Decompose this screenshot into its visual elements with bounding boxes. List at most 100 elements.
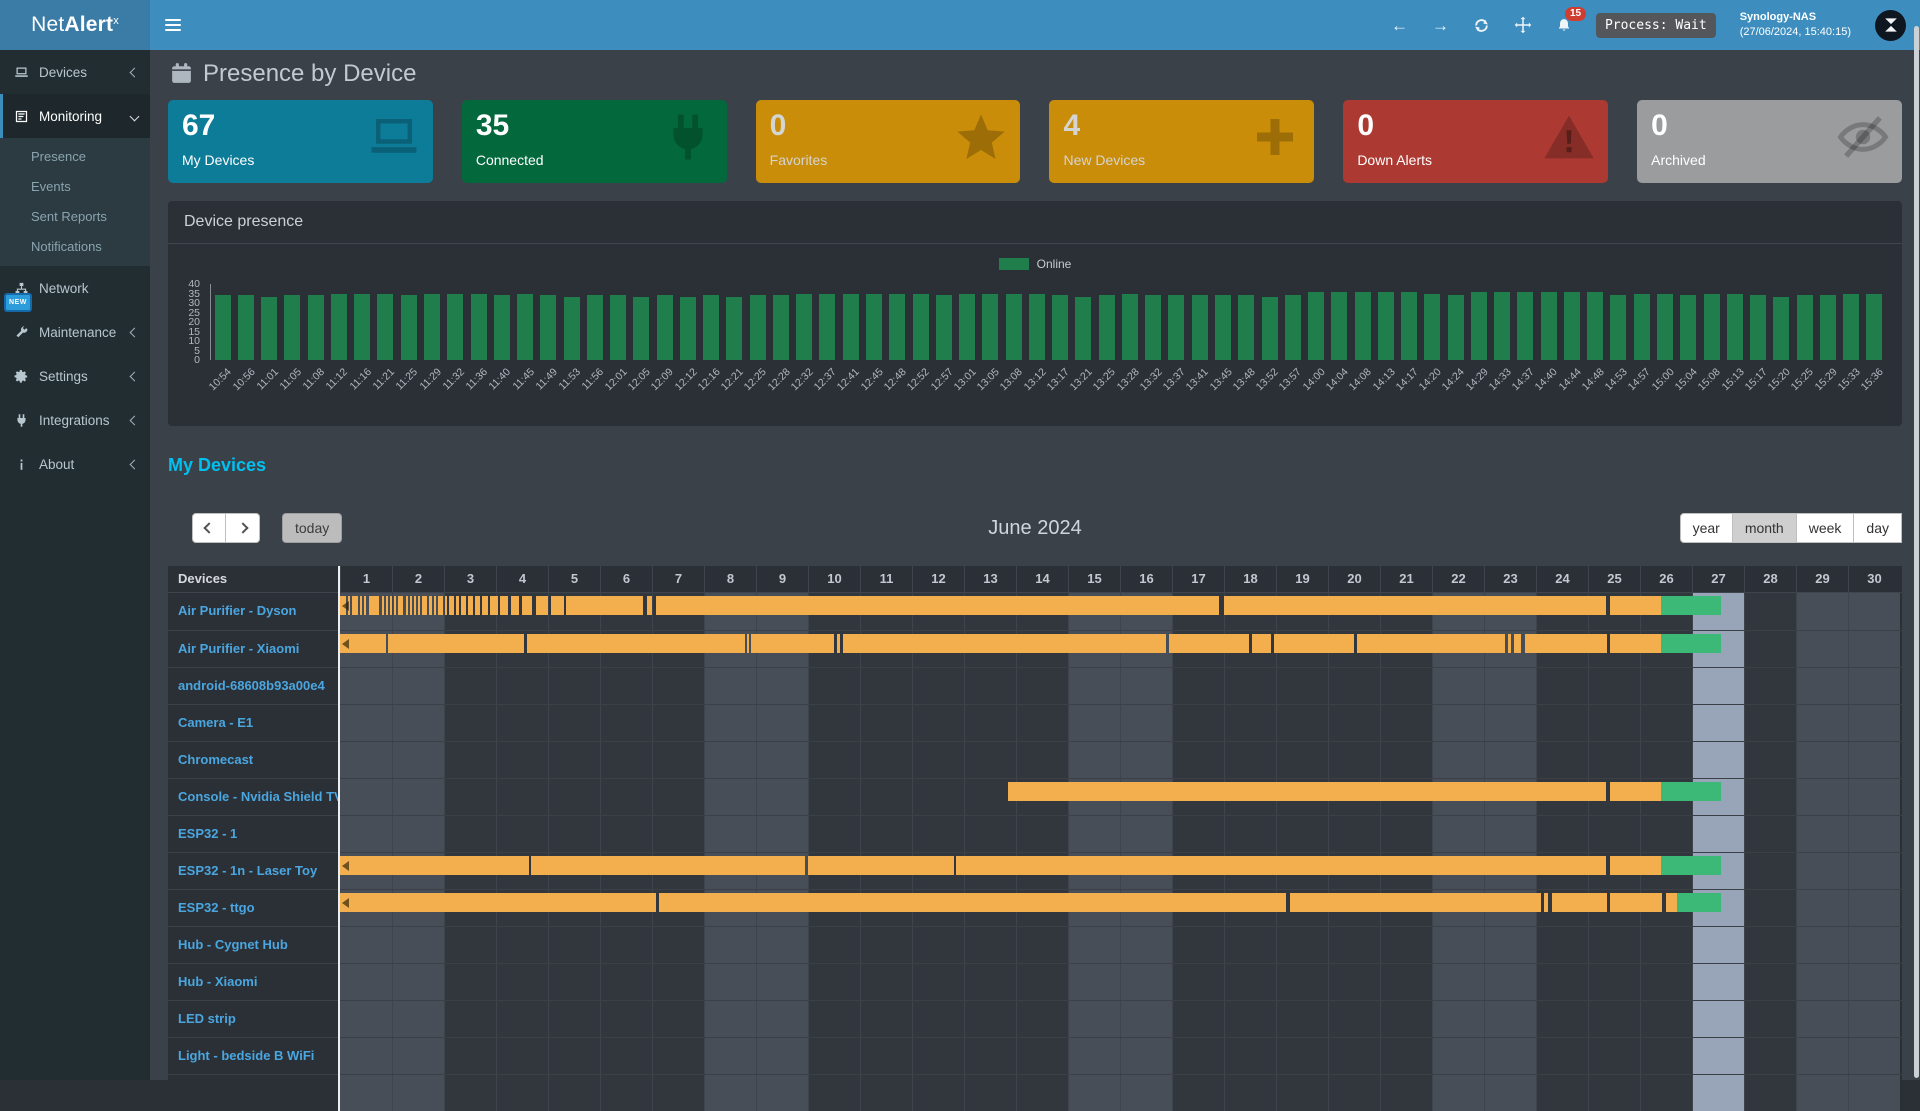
presence-bar-segment[interactable] [1610, 634, 1661, 653]
presence-bar-segment[interactable] [566, 596, 642, 615]
presence-bar-segment[interactable] [482, 596, 487, 615]
notifications-bell[interactable]: 15 [1556, 17, 1572, 34]
sidebar-item-integrations[interactable]: Integrations [0, 398, 150, 442]
device-name-link[interactable]: Air Purifier - Xiaomi [168, 631, 338, 667]
presence-bar-segment[interactable] [475, 596, 480, 615]
presence-bar-segment[interactable] [837, 634, 841, 653]
presence-bar-segment[interactable] [410, 596, 412, 615]
sidebar-toggle-icon[interactable] [150, 0, 196, 50]
sidebar-item-settings[interactable]: Settings [0, 354, 150, 398]
presence-bar-segment[interactable] [647, 596, 652, 615]
presence-bar-segment[interactable] [1666, 893, 1677, 912]
device-name-link[interactable]: Chromecast [168, 742, 338, 778]
presence-bar-segment[interactable] [388, 634, 524, 653]
presence-bar-segment[interactable] [449, 596, 454, 615]
page-scrollbar[interactable] [1914, 26, 1919, 1078]
device-name-link[interactable]: Hub - Cygnet Hub [168, 927, 338, 963]
presence-bar-segment[interactable] [551, 596, 563, 615]
device-name-link[interactable]: Console - Nvidia Shield TV [168, 779, 338, 815]
presence-bar-segment[interactable] [369, 596, 379, 615]
presence-bar-segment[interactable] [1610, 893, 1662, 912]
presence-bar-segment[interactable] [843, 634, 1165, 653]
presence-bar-segment[interactable] [1610, 782, 1661, 801]
presence-bar-segment[interactable] [1610, 856, 1661, 875]
presence-bar-segment[interactable] [468, 596, 473, 615]
presence-bar-segment[interactable] [386, 596, 388, 615]
calendar-prev-button[interactable] [192, 513, 226, 543]
presence-bar-segment[interactable] [1274, 634, 1354, 653]
presence-bar-segment[interactable] [536, 596, 548, 615]
presence-bar-segment[interactable] [422, 596, 427, 615]
presence-bar-segment[interactable] [360, 596, 362, 615]
sidebar-subitem-sent-reports[interactable]: Sent Reports [0, 201, 150, 231]
move-icon[interactable] [1514, 16, 1532, 34]
presence-bar-segment[interactable] [456, 596, 458, 615]
stat-card-down-alerts[interactable]: 0Down Alerts [1343, 100, 1608, 183]
stat-card-my-devices[interactable]: 67My Devices [168, 100, 433, 183]
presence-bar-segment[interactable] [956, 856, 1606, 875]
presence-bar-segment[interactable] [490, 596, 498, 615]
presence-bar-segment[interactable] [390, 596, 392, 615]
presence-bar-segment[interactable] [364, 596, 366, 615]
device-name-link[interactable]: ESP32 - 1 [168, 816, 338, 852]
sidebar-item-about[interactable]: About [0, 442, 150, 486]
calendar-next-button[interactable] [226, 513, 260, 543]
sidebar-subitem-presence[interactable]: Presence [0, 141, 150, 171]
presence-bar-segment[interactable] [429, 596, 431, 615]
device-name-link[interactable]: android-68608b93a00e4 [168, 668, 338, 704]
avatar[interactable] [1875, 10, 1906, 41]
device-name-link[interactable]: ESP32 - ttgo [168, 890, 338, 926]
online-bar-segment[interactable] [1661, 634, 1721, 653]
sidebar-item-devices[interactable]: Devices [0, 50, 150, 94]
presence-bar-segment[interactable] [438, 596, 443, 615]
presence-bar-segment[interactable] [522, 596, 532, 615]
presence-bar-segment[interactable] [1552, 893, 1607, 912]
calendar-view-week[interactable]: week [1797, 513, 1855, 543]
presence-bar-segment[interactable] [656, 596, 1219, 615]
stat-card-connected[interactable]: 35Connected [462, 100, 727, 183]
presence-bar-segment[interactable] [445, 596, 447, 615]
presence-bar-segment[interactable] [1508, 634, 1511, 653]
presence-bar-segment[interactable] [382, 596, 384, 615]
calendar-view-month[interactable]: month [1733, 513, 1797, 543]
presence-bar-segment[interactable] [1169, 634, 1249, 653]
presence-bar-segment[interactable] [434, 596, 436, 615]
presence-bar-segment[interactable] [394, 596, 396, 615]
sidebar-subitem-events[interactable]: Events [0, 171, 150, 201]
presence-bar-segment[interactable] [747, 634, 749, 653]
online-bar-segment[interactable] [1661, 856, 1721, 875]
presence-bar-segment[interactable] [751, 634, 834, 653]
presence-bar-segment[interactable] [352, 596, 357, 615]
presence-bar-segment[interactable] [340, 856, 529, 875]
app-logo[interactable]: NetAlertx [0, 0, 150, 50]
refresh-icon[interactable] [1473, 17, 1490, 34]
presence-bar-segment[interactable] [418, 596, 420, 615]
online-bar-segment[interactable] [1661, 596, 1721, 615]
forward-arrow-icon[interactable]: → [1432, 17, 1449, 34]
presence-bar-segment[interactable] [500, 596, 508, 615]
presence-bar-segment[interactable] [527, 634, 744, 653]
stat-card-favorites[interactable]: 0Favorites [756, 100, 1021, 183]
presence-bar-segment[interactable] [1525, 634, 1607, 653]
presence-bar-segment[interactable] [398, 596, 403, 615]
sidebar-item-monitoring[interactable]: Monitoring [0, 94, 150, 138]
stat-card-archived[interactable]: 0Archived [1637, 100, 1902, 183]
presence-bar-segment[interactable] [659, 893, 1286, 912]
device-name-link[interactable]: Hub - Xiaomi [168, 964, 338, 1000]
sidebar-subitem-notifications[interactable]: Notifications [0, 231, 150, 261]
calendar-view-day[interactable]: day [1854, 513, 1902, 543]
device-name-link[interactable]: ESP32 - 1n - Laser Toy [168, 853, 338, 889]
online-bar-segment[interactable] [1661, 782, 1721, 801]
presence-bar-segment[interactable] [1224, 596, 1606, 615]
presence-bar-segment[interactable] [1610, 596, 1661, 615]
presence-bar-segment[interactable] [1290, 893, 1542, 912]
online-bar-segment[interactable] [1677, 893, 1721, 912]
device-name-link[interactable]: Light - bedside B WiFi [168, 1038, 338, 1074]
presence-bar-segment[interactable] [340, 893, 656, 912]
presence-bar-segment[interactable] [1544, 893, 1548, 912]
presence-bar-segment[interactable] [531, 856, 805, 875]
device-name-link[interactable]: LED strip [168, 1001, 338, 1037]
calendar-today-button[interactable]: today [282, 513, 342, 543]
device-name-link[interactable]: Camera - E1 [168, 705, 338, 741]
presence-bar-segment[interactable] [1008, 782, 1606, 801]
